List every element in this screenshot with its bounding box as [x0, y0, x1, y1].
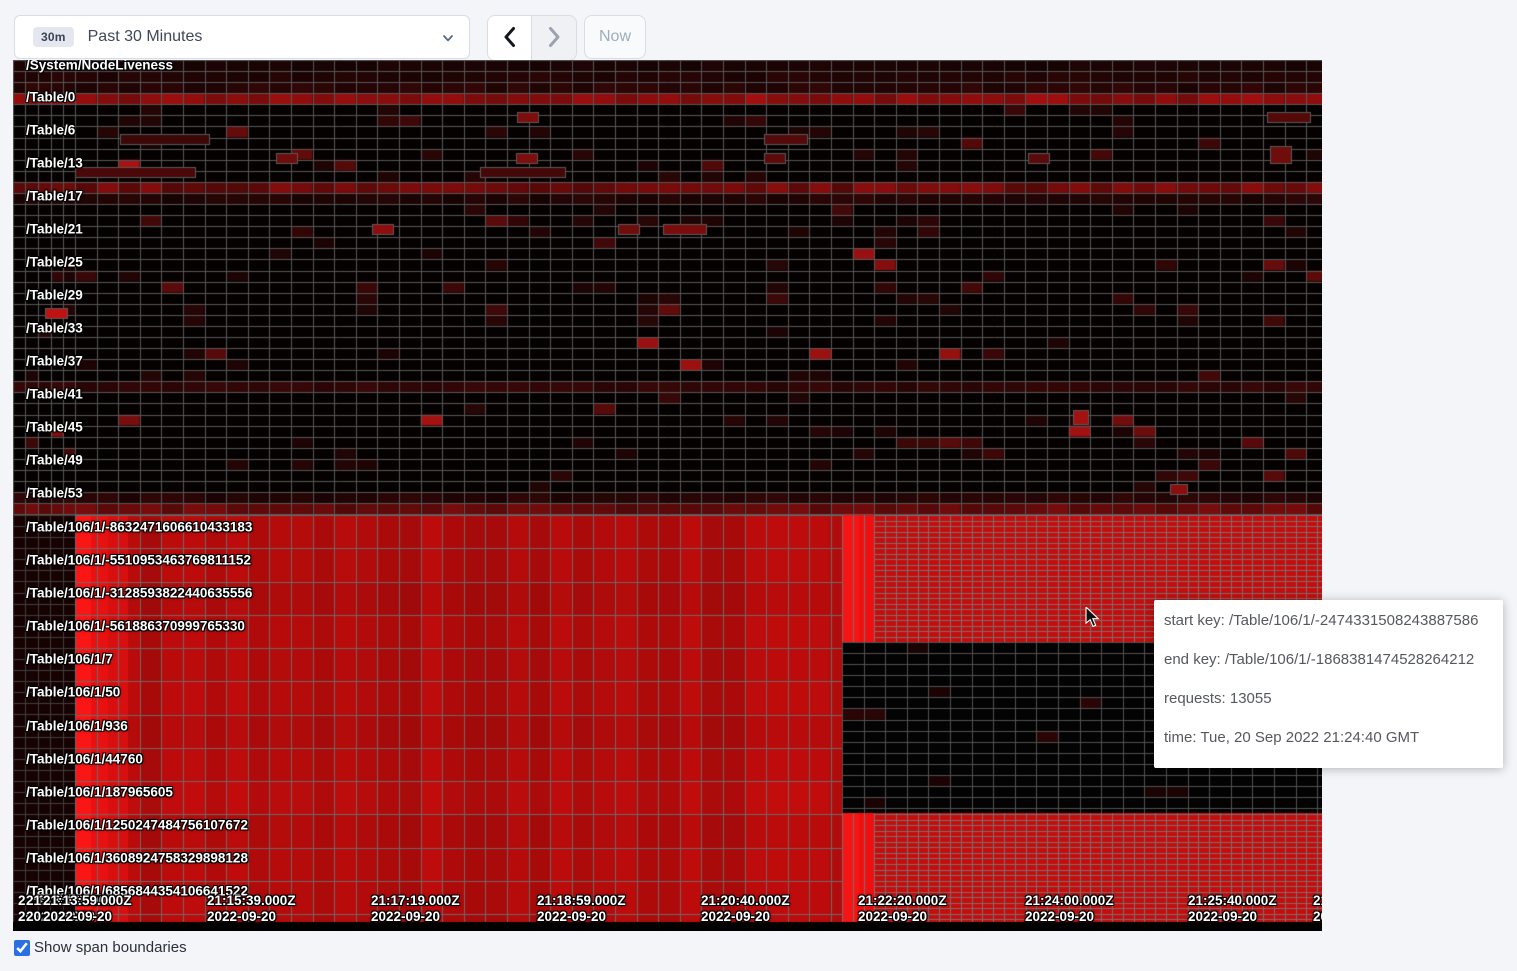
now-button[interactable]: Now	[584, 15, 646, 59]
time-range-badge: 30m	[33, 27, 74, 47]
show-span-boundaries-checkbox[interactable]	[14, 940, 30, 956]
tooltip-start-key: start key: /Table/106/1/-247433150824388…	[1164, 612, 1493, 629]
show-span-boundaries-label: Show span boundaries	[34, 939, 187, 956]
key-visualizer-heatmap: /System/NodeLiveness/Table/0/Table/6/Tab…	[13, 60, 1322, 931]
span-tooltip: start key: /Table/106/1/-247433150824388…	[1154, 600, 1503, 768]
previous-interval-button[interactable]	[488, 16, 532, 60]
heatmap-canvas[interactable]	[13, 60, 1322, 931]
chevron-down-icon	[441, 31, 455, 50]
time-range-select[interactable]: 30m Past 30 Minutes	[14, 15, 470, 59]
time-range-label: Past 30 Minutes	[88, 28, 203, 46]
tooltip-end-key: end key: /Table/106/1/-18683814745282642…	[1164, 651, 1493, 668]
time-nav-group	[487, 15, 577, 61]
next-interval-button[interactable]	[532, 16, 576, 60]
tooltip-time: time: Tue, 20 Sep 2022 21:24:40 GMT	[1164, 729, 1493, 746]
chevron-right-icon	[543, 24, 565, 53]
tooltip-requests: requests: 13055	[1164, 690, 1493, 707]
chevron-left-icon	[499, 24, 521, 53]
footer-controls: Show span boundaries	[14, 939, 187, 956]
